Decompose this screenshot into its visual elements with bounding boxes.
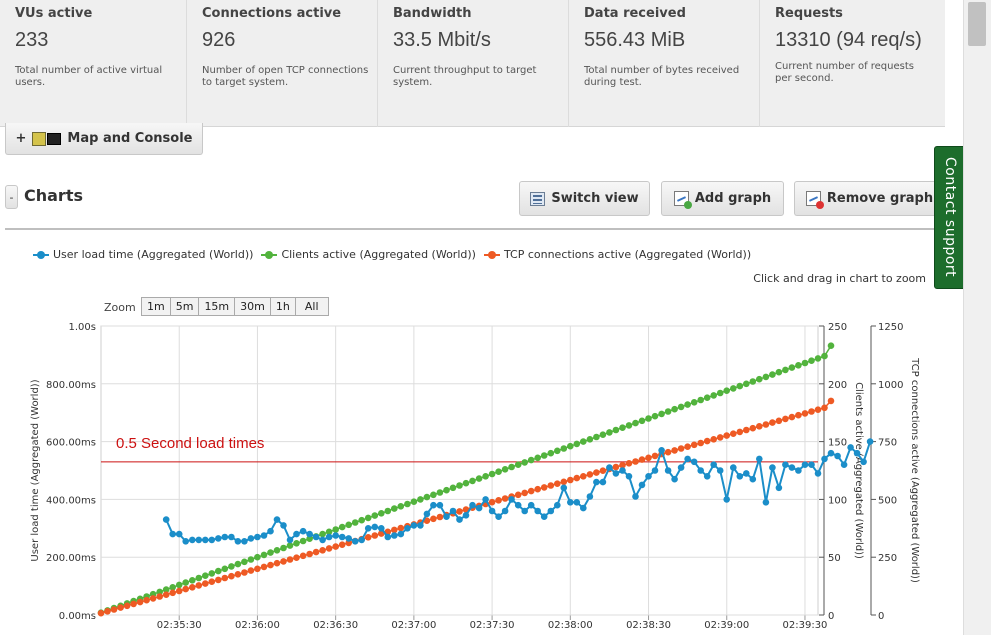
stat-desc: Total number of bytes received during te… <box>584 65 740 88</box>
legend-marker <box>33 250 49 260</box>
stat-desc: Total number of active virtual users. <box>15 65 163 88</box>
legend-label: User load time (Aggregated (World)) <box>53 248 254 261</box>
add-graph-icon <box>673 191 692 209</box>
stat-label: Data received <box>584 6 686 21</box>
map-console-label: Map and Console <box>67 131 193 146</box>
expand-icon: + <box>15 131 27 146</box>
zoom-30m-button[interactable]: 30m <box>234 297 271 316</box>
zoom-1m-button[interactable]: 1m <box>141 297 171 316</box>
chart-container[interactable]: User load time (Aggregated (World)) Clie… <box>5 238 945 635</box>
charts-collapse-button[interactable]: - <box>5 185 18 209</box>
stat-connections-active: Connections active 926 Number of open TC… <box>186 0 377 127</box>
legend-item-user-load-time[interactable]: User load time (Aggregated (World)) <box>33 248 253 261</box>
stat-value: 33.5 Mbit/s <box>393 29 491 51</box>
stat-desc: Current throughput to target system. <box>393 65 537 88</box>
stat-value: 13310 (94 req/s) <box>775 29 922 51</box>
legend-marker <box>261 250 278 260</box>
zoom-all-button[interactable]: All <box>294 297 329 316</box>
stat-label: Requests <box>775 6 843 21</box>
zoom-5m-button[interactable]: 5m <box>169 297 200 316</box>
page-scrollbar[interactable] <box>963 0 991 635</box>
stat-vus-active: VUs active 233 Total number of active vi… <box>0 0 186 127</box>
collapse-icon: - <box>9 190 14 204</box>
stat-value: 926 <box>202 29 236 51</box>
stat-data-received: Data received 556.43 MiB Total number of… <box>568 0 759 127</box>
stat-label: Connections active <box>202 6 342 21</box>
charts-title: Charts <box>24 186 83 205</box>
switch-view-button[interactable]: Switch view <box>519 181 650 216</box>
switch-view-label: Switch view <box>551 191 639 206</box>
remove-graph-label: Remove graph <box>826 191 934 206</box>
scrollbar-thumb[interactable] <box>968 2 986 46</box>
zoom-1h-button[interactable]: 1h <box>269 297 296 316</box>
legend-label: TCP connections active (Aggregated (Worl… <box>503 248 752 261</box>
add-graph-label: Add graph <box>694 191 772 206</box>
zoom-15m-button[interactable]: 15m <box>198 297 236 316</box>
remove-graph-button[interactable]: Remove graph <box>794 181 944 216</box>
chart-legend: User load time (Aggregated (World)) Clie… <box>33 248 751 261</box>
zoom-button-group: 1m 5m 15m 30m 1h All <box>141 297 329 316</box>
stat-desc: Current number of requests per second. <box>775 61 914 84</box>
legend-marker <box>483 250 500 260</box>
stat-bandwidth: Bandwidth 33.5 Mbit/s Current throughput… <box>377 0 568 127</box>
stats-panel: VUs active 233 Total number of active vi… <box>0 0 945 127</box>
add-graph-button[interactable]: Add graph <box>661 181 784 216</box>
table-view-icon <box>530 191 546 206</box>
legend-label: Clients active (Aggregated (World)) <box>281 248 476 261</box>
console-icon <box>47 132 62 145</box>
remove-graph-icon <box>805 191 824 209</box>
zoom-label: Zoom <box>104 301 136 314</box>
map-icon <box>32 131 47 146</box>
section-divider <box>5 228 945 230</box>
stat-desc: Number of open TCP connections to target… <box>202 65 369 88</box>
legend-item-clients-active[interactable]: Clients active (Aggregated (World)) <box>261 248 476 261</box>
stat-value: 556.43 MiB <box>584 29 686 51</box>
stat-value: 233 <box>15 29 49 51</box>
legend-item-tcp-connections[interactable]: TCP connections active (Aggregated (Worl… <box>483 248 752 261</box>
zoom-hint: Click and drag in chart to zoom <box>753 272 926 285</box>
stat-label: VUs active <box>15 6 93 21</box>
map-console-button[interactable]: + Map and Console <box>5 123 203 155</box>
stat-requests: Requests 13310 (94 req/s) Current number… <box>759 0 945 127</box>
stat-label: Bandwidth <box>393 6 472 21</box>
